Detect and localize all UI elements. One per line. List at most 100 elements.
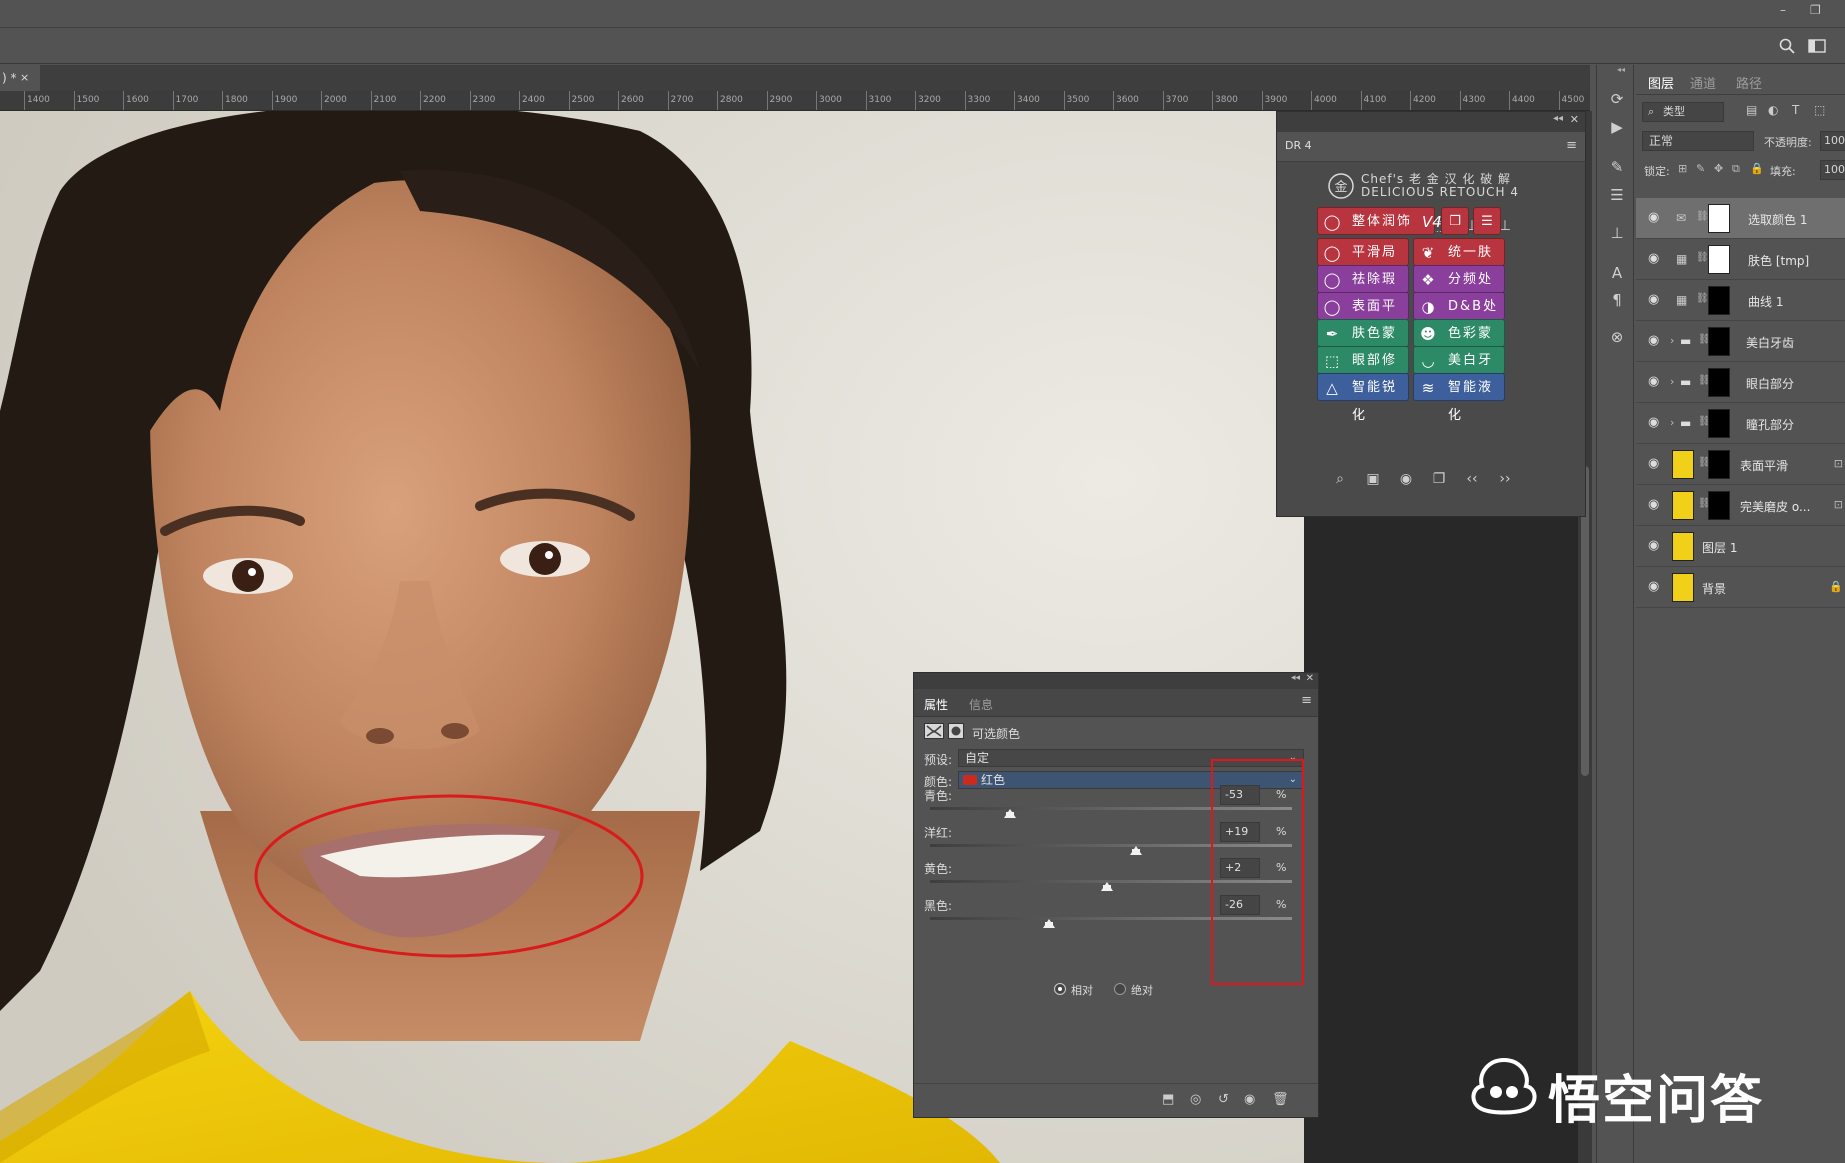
- lock-artboard-icon[interactable]: ⧉: [1732, 162, 1740, 176]
- slider-handle[interactable]: [1003, 809, 1016, 818]
- fill-input[interactable]: 100: [1820, 160, 1845, 180]
- layer-mask-thumbnail[interactable]: [1708, 409, 1730, 438]
- collapse-icon[interactable]: ◂◂: [1291, 673, 1300, 683]
- close-panel-icon[interactable]: ✕: [1306, 673, 1314, 684]
- character-icon[interactable]: A: [1607, 263, 1627, 283]
- layer-filter-dropdown[interactable]: ⌕ 类型: [1642, 102, 1724, 122]
- brush-settings-icon[interactable]: ✎: [1607, 157, 1627, 177]
- tab-layers[interactable]: 图层: [1648, 73, 1674, 92]
- chain-icon[interactable]: ⛓: [1696, 211, 1709, 222]
- zoom-icon[interactable]: ⌕: [1330, 469, 1350, 489]
- dr4-button[interactable]: ❖分频处理: [1413, 265, 1505, 315]
- opacity-input[interactable]: 100: [1820, 131, 1845, 151]
- filter-shape-icon[interactable]: ⬚: [1814, 103, 1825, 117]
- reset-icon[interactable]: ↺: [1218, 1092, 1229, 1107]
- layer-mask-thumbnail[interactable]: [1708, 368, 1730, 397]
- layer-mask-thumbnail[interactable]: [1708, 450, 1730, 479]
- chain-icon[interactable]: ⛓: [1696, 293, 1709, 304]
- history-icon[interactable]: ⟳: [1607, 89, 1627, 109]
- mask-icon[interactable]: [948, 723, 964, 739]
- dr4-button[interactable]: ≋ 智能液化: [1413, 373, 1505, 423]
- blend-mode-dropdown[interactable]: 正常: [1642, 131, 1754, 151]
- layer-mask-thumbnail[interactable]: [1708, 286, 1730, 315]
- dr4-button[interactable]: ⬚眼部修饰: [1317, 346, 1409, 396]
- visibility-icon[interactable]: ◉: [1244, 1092, 1255, 1107]
- filter-adjustment-icon[interactable]: ◐: [1768, 103, 1778, 117]
- layer-thumbnail[interactable]: [1672, 450, 1694, 479]
- dr4-button[interactable]: ✒肤色蒙版: [1317, 319, 1409, 369]
- layer-row[interactable]: ◉ ▦ ⛓ 曲线 1: [1636, 280, 1845, 321]
- tab-dr4[interactable]: DR 4: [1285, 139, 1312, 152]
- visibility-eye-icon[interactable]: ◉: [1648, 579, 1664, 595]
- dr4-button[interactable]: △ 智能锐化: [1317, 373, 1409, 423]
- search-icon[interactable]: [1779, 38, 1795, 54]
- trash-icon[interactable]: 🗑: [1272, 1092, 1289, 1107]
- layer-thumbnail[interactable]: [1672, 491, 1694, 520]
- layer-row[interactable]: ◉ › ▬ ⛓ 眼白部分: [1636, 362, 1845, 403]
- collapse-icon[interactable]: ◂◂: [1553, 113, 1563, 124]
- expand-arrow-icon[interactable]: ›: [1670, 334, 1674, 347]
- document-tab[interactable]: ) * ×: [0, 65, 40, 91]
- dr4-button[interactable]: ☻色彩蒙版: [1413, 319, 1505, 369]
- layer-thumbnail[interactable]: [1672, 573, 1694, 602]
- close-tab-icon[interactable]: ×: [20, 65, 29, 91]
- adjust-icon[interactable]: ☰: [1607, 185, 1627, 205]
- dr4-button[interactable]: ◯整体润饰V4.13: [1317, 207, 1466, 235]
- dr4-button[interactable]: ◯祛除瑕疵: [1317, 265, 1409, 315]
- filter-image-icon[interactable]: ▤: [1746, 103, 1757, 117]
- frame-icon[interactable]: ▣: [1363, 469, 1383, 489]
- minimize-button[interactable]: –: [1780, 3, 1786, 17]
- visibility-eye-icon[interactable]: ◉: [1648, 374, 1664, 390]
- layer-row[interactable]: ◉ ✉ ⛓ 选取颜色 1: [1636, 198, 1845, 239]
- layer-row[interactable]: ◉ ⛓ ⊡ 表面平滑: [1636, 444, 1845, 485]
- layer-row[interactable]: ◉ › ▬ ⛓ 瞳孔部分: [1636, 403, 1845, 444]
- expand-arrow-icon[interactable]: ›: [1670, 416, 1674, 429]
- panel-menu-icon[interactable]: ≡: [1566, 138, 1577, 153]
- chain-icon[interactable]: ⛓: [1696, 252, 1709, 263]
- prev-icon[interactable]: ‹‹: [1462, 469, 1482, 489]
- layer-mask-thumbnail[interactable]: [1708, 204, 1730, 233]
- tab-paths[interactable]: 路径: [1736, 73, 1762, 92]
- tab-properties[interactable]: 属性: [924, 696, 948, 713]
- layer-row[interactable]: ◉ 图层 1: [1636, 526, 1845, 567]
- visibility-eye-icon[interactable]: ◉: [1648, 497, 1664, 513]
- play-action-icon[interactable]: ▶: [1607, 117, 1627, 137]
- copy-icon[interactable]: ❐: [1429, 469, 1449, 489]
- layer-mask-thumbnail[interactable]: [1708, 491, 1730, 520]
- visibility-eye-icon[interactable]: ◉: [1648, 333, 1664, 349]
- clip-to-layer-icon[interactable]: ⬒: [1162, 1092, 1174, 1107]
- layer-mask-thumbnail[interactable]: [1708, 327, 1730, 356]
- slider-handle[interactable]: [1130, 845, 1143, 855]
- layer-row[interactable]: ◉ ⛓ ⊡ 完美磨皮 o...: [1636, 485, 1845, 526]
- dr4-button[interactable]: ❦统一肤色: [1413, 238, 1505, 288]
- visibility-eye-icon[interactable]: ◉: [1648, 538, 1664, 554]
- dr4-button[interactable]: ◡美白牙齿: [1413, 346, 1505, 396]
- paragraph-icon[interactable]: ¶: [1607, 290, 1627, 310]
- expand-arrow-icon[interactable]: ›: [1670, 375, 1674, 388]
- layer-thumbnail[interactable]: [1672, 532, 1694, 561]
- clone-source-icon[interactable]: ⊥: [1607, 223, 1627, 243]
- tab-info[interactable]: 信息: [969, 696, 993, 713]
- dr4-button[interactable]: ◯表面平滑: [1317, 292, 1409, 342]
- close-panel-icon[interactable]: ✕: [1570, 113, 1579, 126]
- camera-icon[interactable]: ◉: [1396, 469, 1416, 489]
- radio-relative[interactable]: [1054, 983, 1066, 995]
- lock-all-icon[interactable]: 🔒: [1750, 162, 1764, 175]
- dr4-button[interactable]: ◑D&B处理: [1413, 292, 1505, 342]
- layer-row[interactable]: ◉ › ▬ ⛓ 美白牙齿: [1636, 321, 1845, 362]
- copy-layers-icon[interactable]: ❐: [1441, 207, 1469, 235]
- layer-row[interactable]: ◉ ▦ ⛓ 肤色 [tmp]: [1636, 239, 1845, 280]
- radio-absolute[interactable]: [1114, 983, 1126, 995]
- expand-icon[interactable]: ◂◂: [1617, 65, 1625, 74]
- lock-transparent-icon[interactable]: ⊞: [1678, 162, 1687, 175]
- visibility-eye-icon[interactable]: ◉: [1648, 210, 1664, 226]
- layer-row[interactable]: ◉ 🔒 背景: [1636, 567, 1845, 608]
- view-previous-icon[interactable]: ◎: [1190, 1092, 1201, 1107]
- slider-handle[interactable]: [1101, 882, 1114, 891]
- lock-pixels-icon[interactable]: ✎: [1696, 162, 1705, 175]
- workspace-icon[interactable]: [1808, 39, 1826, 53]
- visibility-eye-icon[interactable]: ◉: [1648, 415, 1664, 431]
- lock-position-icon[interactable]: ✥: [1714, 162, 1723, 175]
- next-icon[interactable]: ››: [1495, 469, 1515, 489]
- filter-type-icon[interactable]: T: [1792, 103, 1799, 117]
